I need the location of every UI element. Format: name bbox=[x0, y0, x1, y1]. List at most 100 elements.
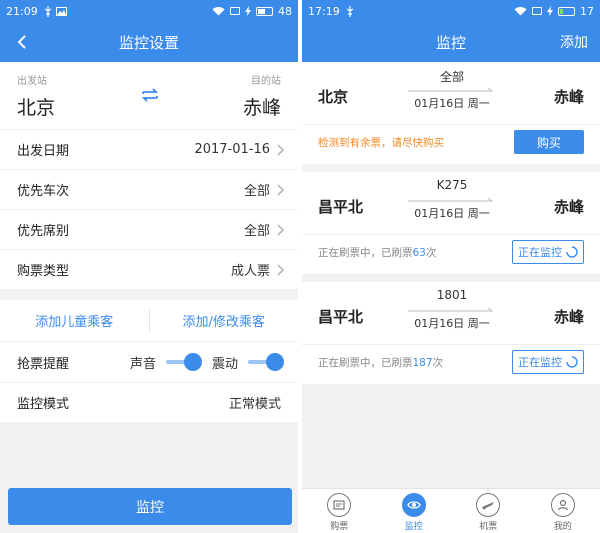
sim-icon bbox=[532, 7, 542, 15]
from-station[interactable]: 北京 bbox=[17, 93, 55, 120]
tab-monitor[interactable]: 监控 bbox=[377, 489, 452, 533]
monitoring-label: 正在监控 bbox=[518, 356, 562, 369]
chevron-right-icon bbox=[277, 264, 284, 276]
charging-icon bbox=[547, 6, 553, 16]
status-bar: 21:09 48 bbox=[0, 0, 298, 22]
toggle-knob bbox=[184, 353, 202, 371]
from-station: 北京 bbox=[318, 88, 349, 106]
vibrate-toggle[interactable] bbox=[248, 353, 284, 371]
row-value: 全部 bbox=[243, 224, 270, 239]
from-station: 昌平北 bbox=[318, 198, 364, 216]
status-time: 17:19 bbox=[308, 4, 340, 18]
to-station-label: 目的站 bbox=[251, 76, 281, 87]
usb-icon bbox=[44, 5, 52, 17]
route-arrow-icon bbox=[408, 307, 494, 312]
route-arrow-icon bbox=[408, 197, 494, 202]
route-arrow-icon bbox=[408, 87, 494, 92]
section-gap bbox=[0, 289, 298, 300]
passenger-actions: 添加儿童乘客 添加/修改乘客 bbox=[0, 300, 298, 342]
monitor-card[interactable]: 昌平北 1801 01月16日 周一 赤峰 正在刷票中，已刷票187次 正在监控 bbox=[302, 282, 600, 384]
status-time: 21:09 bbox=[6, 4, 38, 18]
ticket-icon bbox=[327, 493, 352, 517]
swap-stations-icon[interactable] bbox=[139, 84, 161, 106]
sound-label: 声音 bbox=[129, 356, 156, 372]
train-number: K275 bbox=[436, 178, 468, 192]
tab-profile[interactable]: 我的 bbox=[526, 489, 600, 533]
row-value: 正常模式 bbox=[228, 397, 281, 412]
sound-toggle[interactable] bbox=[166, 353, 202, 371]
tab-label: 购票 bbox=[330, 522, 349, 532]
row-label: 优先席别 bbox=[17, 224, 70, 239]
spinner-icon bbox=[566, 356, 578, 368]
start-monitor-button[interactable]: 监控 bbox=[8, 488, 292, 525]
to-station[interactable]: 赤峰 bbox=[243, 93, 281, 120]
monitor-mode-row[interactable]: 监控模式 正常模式 bbox=[0, 382, 298, 422]
monitor-card[interactable]: 昌平北 K275 01月16日 周一 赤峰 正在刷票中，已刷票63次 正在监控 bbox=[302, 172, 600, 274]
monitor-list-screen: 17:19 17 监控 添加 北京 全部 01月16日 周一 赤峰 检测到有余票… bbox=[302, 0, 600, 533]
ticket-alert-row: 抢票提醒 声音 震动 bbox=[0, 342, 298, 382]
tab-label: 机票 bbox=[479, 522, 498, 532]
divider bbox=[302, 234, 600, 235]
preferred-seat-row[interactable]: 优先席别 全部 bbox=[0, 209, 298, 249]
chevron-right-icon bbox=[277, 184, 284, 196]
refresh-status: 正在刷票中，已刷票187次 bbox=[318, 355, 443, 370]
row-value: 全部 bbox=[243, 184, 270, 199]
refresh-count: 187 bbox=[412, 357, 433, 369]
spinner-icon bbox=[566, 246, 578, 258]
departure-date-row[interactable]: 出发日期 2017-01-16 bbox=[0, 129, 298, 169]
add-button[interactable]: 添加 bbox=[560, 32, 588, 52]
nav-bar: 监控 添加 bbox=[302, 22, 600, 62]
divider bbox=[302, 124, 600, 125]
add-edit-passenger-button[interactable]: 添加/修改乘客 bbox=[150, 311, 299, 330]
status-bar: 17:19 17 bbox=[302, 0, 600, 22]
tab-label: 监控 bbox=[404, 522, 423, 532]
page-title: 监控设置 bbox=[118, 33, 179, 52]
row-value: 成人票 bbox=[230, 264, 270, 279]
wifi-icon bbox=[212, 7, 225, 16]
train-number: 全部 bbox=[439, 70, 464, 84]
battery-level: 48 bbox=[278, 4, 292, 18]
back-button[interactable] bbox=[10, 30, 34, 54]
user-icon bbox=[550, 493, 575, 517]
eye-icon bbox=[401, 493, 426, 517]
travel-date: 01月16日 周一 bbox=[414, 97, 490, 110]
tab-label: 我的 bbox=[553, 522, 572, 532]
to-station: 赤峰 bbox=[553, 88, 584, 106]
ticket-type-row[interactable]: 购票类型 成人票 bbox=[0, 249, 298, 289]
sim-icon bbox=[230, 7, 240, 15]
row-label: 优先车次 bbox=[17, 184, 70, 199]
travel-date: 01月16日 周一 bbox=[414, 207, 490, 220]
ticket-available-status: 检测到有余票，请尽快购买 bbox=[318, 137, 444, 149]
wifi-icon bbox=[514, 7, 527, 16]
usb-icon bbox=[346, 5, 354, 17]
status-prefix: 正在刷票中，已刷票 bbox=[318, 357, 413, 369]
toggle-knob bbox=[266, 353, 284, 371]
monitoring-button[interactable]: 正在监控 bbox=[512, 350, 584, 374]
row-value: 2017-01-16 bbox=[194, 142, 270, 157]
battery-icon bbox=[256, 6, 273, 16]
preferred-train-row[interactable]: 优先车次 全部 bbox=[0, 169, 298, 209]
row-label: 购票类型 bbox=[17, 264, 70, 279]
battery-icon bbox=[558, 6, 575, 16]
to-station: 赤峰 bbox=[553, 198, 584, 216]
monitor-settings-screen: 21:09 48 监控设置 出发站 北京 目的站 赤峰 出发日期 2017-01… bbox=[0, 0, 298, 533]
nav-bar: 监控设置 bbox=[0, 22, 298, 62]
tab-flight[interactable]: 机票 bbox=[451, 489, 526, 533]
buy-button[interactable]: 购买 bbox=[514, 130, 584, 154]
monitoring-button[interactable]: 正在监控 bbox=[512, 240, 584, 264]
vibrate-label: 震动 bbox=[211, 356, 238, 372]
chevron-right-icon bbox=[277, 224, 284, 236]
refresh-count: 63 bbox=[412, 247, 426, 259]
status-prefix: 正在刷票中，已刷票 bbox=[318, 247, 413, 259]
travel-date: 01月16日 周一 bbox=[414, 317, 490, 330]
monitor-card[interactable]: 北京 全部 01月16日 周一 赤峰 检测到有余票，请尽快购买 购买 bbox=[302, 62, 600, 164]
page-title: 监控 bbox=[435, 33, 466, 52]
row-label: 监控模式 bbox=[17, 397, 70, 412]
divider bbox=[302, 344, 600, 345]
row-label: 抢票提醒 bbox=[17, 356, 70, 372]
bottom-tab-bar: 购票 监控 机票 我的 bbox=[302, 488, 600, 533]
add-child-passenger-button[interactable]: 添加儿童乘客 bbox=[0, 311, 149, 330]
tab-buy-ticket[interactable]: 购票 bbox=[302, 489, 377, 533]
refresh-status: 正在刷票中，已刷票63次 bbox=[318, 245, 436, 260]
back-arrow-icon bbox=[17, 35, 26, 49]
